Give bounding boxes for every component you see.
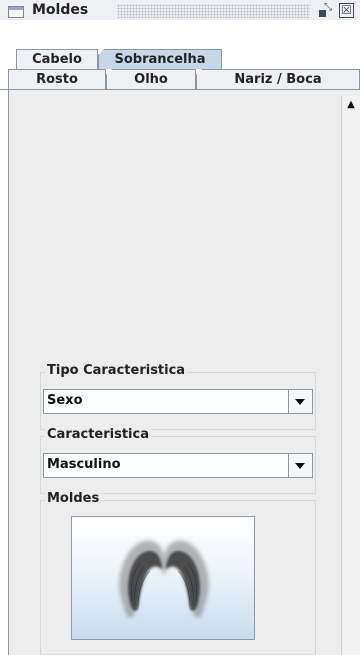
tab-sobrancelha[interactable]: Sobrancelha: [98, 49, 222, 69]
tipo-caracteristica-value: Sexo: [47, 393, 83, 408]
chevron-down-icon[interactable]: [288, 454, 312, 477]
arrow-up-icon: ▲: [347, 99, 355, 110]
restore-button[interactable]: ⤡: [317, 3, 333, 19]
window-icon: [8, 6, 24, 18]
tab-olho[interactable]: Olho: [106, 69, 196, 89]
eyebrow-shape-image: [119, 540, 209, 618]
tab-nariz-boca[interactable]: Nariz / Boca: [196, 69, 360, 89]
restore-arrow-icon: ⤡: [324, 2, 332, 13]
caracteristica-label: Caracteristica: [45, 427, 151, 443]
tipo-caracteristica-select[interactable]: Sexo: [43, 389, 313, 414]
vertical-scrollbar[interactable]: ▲: [341, 96, 360, 655]
close-icon: ☒: [341, 3, 352, 17]
eyebrow-mold-thumbnail[interactable]: [71, 516, 255, 640]
tab-cabelo[interactable]: Cabelo: [16, 49, 98, 69]
moldes-label: Moldes: [45, 491, 102, 507]
window-title: Moldes: [32, 2, 89, 18]
tab-rosto[interactable]: Rosto: [8, 69, 106, 89]
chevron-down-icon[interactable]: [288, 390, 312, 413]
titlebar-drag-grip[interactable]: [117, 4, 310, 18]
window-titlebar[interactable]: Moldes ⤡ ☒: [0, 0, 360, 20]
scroll-up-button[interactable]: ▲: [342, 96, 360, 114]
tipo-caracteristica-label: Tipo Caracteristica: [45, 363, 188, 379]
caracteristica-select[interactable]: Masculino: [43, 453, 313, 478]
caracteristica-value: Masculino: [47, 457, 121, 472]
close-button[interactable]: ☒: [339, 3, 354, 18]
